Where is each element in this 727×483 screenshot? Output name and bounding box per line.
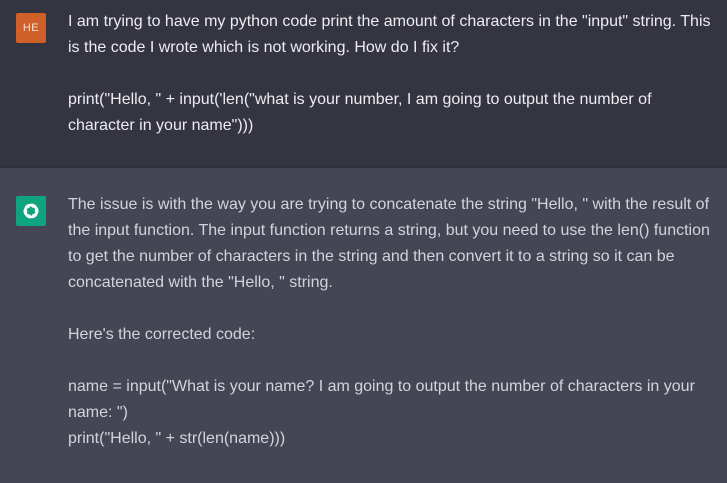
- assistant-paragraph: The issue is with the way you are trying…: [68, 196, 710, 291]
- assistant-message-block: The issue is with the way you are trying…: [0, 168, 727, 483]
- user-message-code: print("Hello, " + input('len("what is yo…: [68, 91, 652, 134]
- user-message: I am trying to have my python code print…: [68, 9, 718, 139]
- openai-logo-icon: [23, 203, 39, 219]
- user-avatar: HE: [16, 13, 46, 43]
- assistant-code-line: name = input("What is your name? I am go…: [68, 378, 695, 421]
- assistant-avatar: [16, 196, 46, 226]
- assistant-code-line: print("Hello, " + str(len(name))): [68, 430, 286, 447]
- user-message-paragraph: I am trying to have my python code print…: [68, 13, 711, 56]
- assistant-message: The issue is with the way you are trying…: [68, 192, 718, 452]
- assistant-paragraph: Here's the corrected code:: [68, 326, 256, 343]
- user-message-block: HE I am trying to have my python code pr…: [0, 0, 727, 168]
